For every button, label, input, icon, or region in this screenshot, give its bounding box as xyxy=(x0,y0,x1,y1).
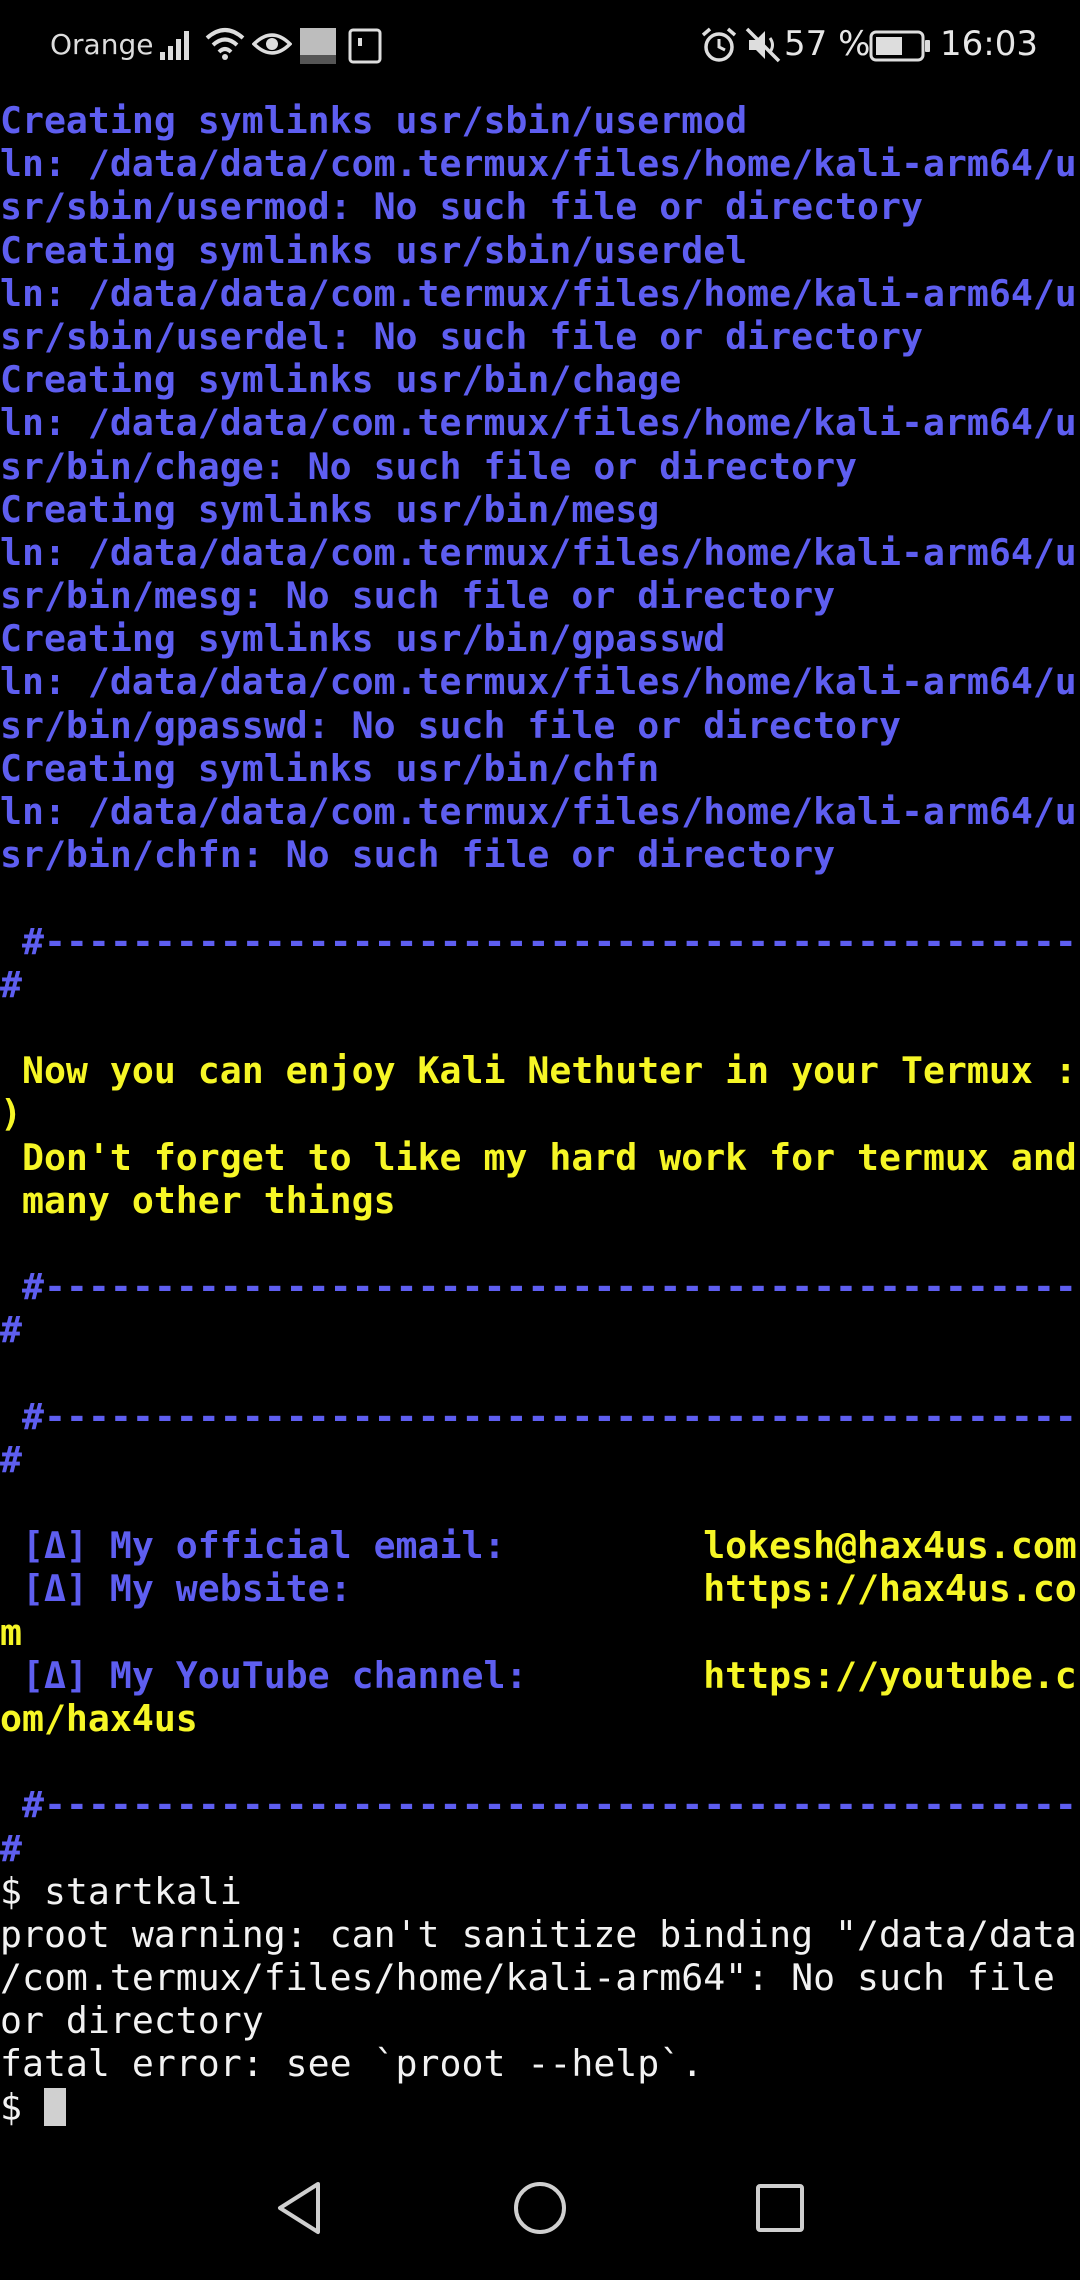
terminal-line: sr/sbin/usermod: No such file or directo… xyxy=(0,185,923,229)
alarm-icon xyxy=(700,26,738,68)
back-icon xyxy=(274,2180,326,2240)
back-button[interactable] xyxy=(240,2140,360,2280)
terminal-line: ln: /data/data/com.termux/files/home/kal… xyxy=(0,660,1077,704)
terminal-line: # xyxy=(0,1826,22,1870)
carrier-name: Orange xyxy=(50,28,154,61)
terminal-line: m xyxy=(0,1610,22,1654)
eye-icon xyxy=(251,28,293,64)
terminal-line-segment: https://hax4us.co xyxy=(703,1567,1077,1611)
terminal-line: ln: /data/data/com.termux/files/home/kal… xyxy=(0,401,1077,445)
terminal-line: [Δ] My website: https://hax4us.co xyxy=(0,1567,1080,1610)
home-icon xyxy=(512,2180,568,2240)
wifi-icon xyxy=(204,24,246,66)
text-cursor xyxy=(43,2087,66,2126)
navigation-bar xyxy=(0,2140,1080,2280)
home-button[interactable] xyxy=(480,2140,600,2280)
terminal-line: #---------------------------------------… xyxy=(0,1265,1080,1309)
terminal-line: Creating symlinks usr/sbin/usermod xyxy=(0,99,748,142)
terminal-line: sr/bin/gpasswd: No such file or director… xyxy=(0,703,901,747)
terminal-line: [Δ] My official email: lokesh@hax4us.com xyxy=(0,1524,1080,1567)
prompt-symbol: $ xyxy=(0,2085,44,2129)
terminal-line: # xyxy=(0,1437,22,1481)
recents-button[interactable] xyxy=(720,2140,840,2280)
terminal-line: ln: /data/data/com.termux/files/home/kal… xyxy=(0,271,1077,315)
terminal-line: sr/bin/chfn: No such file or directory xyxy=(0,833,836,877)
terminal-line-segment: [Δ] My YouTube channel: xyxy=(0,1653,704,1697)
terminal-line: Now you can enjoy Kali Nethuter in your … xyxy=(0,1049,1077,1093)
terminal-line: sr/sbin/userdel: No such file or directo… xyxy=(0,314,923,358)
terminal-line: or directory xyxy=(0,1999,264,2043)
battery-percent: 57 % xyxy=(784,24,871,64)
terminal-line: $ startkali xyxy=(0,1869,242,1913)
terminal-line: Creating symlinks usr/bin/chfn xyxy=(0,746,660,790)
signal-icon xyxy=(158,26,194,66)
terminal-output[interactable]: Creating symlinks usr/sbin/usermod ln: /d… xyxy=(0,99,1080,2129)
terminal-line: om/hax4us xyxy=(0,1696,198,1740)
terminal-line-segment: [Δ] My official email: xyxy=(0,1524,704,1568)
terminal-line: #---------------------------------------… xyxy=(0,919,1080,963)
mute-icon xyxy=(744,26,782,68)
terminal-line: Creating symlinks usr/sbin/userdel xyxy=(0,228,748,272)
terminal-line-segment: [Δ] My website: xyxy=(0,1567,704,1611)
terminal-line: many other things xyxy=(0,1178,396,1222)
terminal-line: #---------------------------------------… xyxy=(0,1783,1080,1827)
terminal-line: # xyxy=(0,1308,22,1352)
terminal-line: ln: /data/data/com.termux/files/home/kal… xyxy=(0,790,1077,833)
terminal-line: proot warning: can't sanitize binding "/… xyxy=(0,1912,1077,1956)
terminal-line: ln: /data/data/com.termux/files/home/kal… xyxy=(0,142,1077,186)
terminal-line: [Δ] My YouTube channel: https://youtube.… xyxy=(0,1654,1080,1697)
sim-icon xyxy=(348,28,382,68)
clock: 16:03 xyxy=(940,24,1038,64)
terminal-line: /com.termux/files/home/kali-arm64": No s… xyxy=(0,1956,1055,2000)
status-bar: Orange 57 % 16:03 xyxy=(0,0,1080,92)
orange-app-icon xyxy=(300,28,336,68)
terminal-line: # xyxy=(0,962,22,1006)
terminal-line: ) xyxy=(0,1092,22,1136)
terminal-line: ln: /data/data/com.termux/files/home/kal… xyxy=(0,530,1077,574)
terminal-line-segment: https://youtube.c xyxy=(703,1653,1077,1697)
terminal-line: Creating symlinks usr/bin/gpasswd xyxy=(0,617,726,661)
terminal-line-segment: lokesh@hax4us.com xyxy=(703,1524,1077,1568)
terminal-line: #---------------------------------------… xyxy=(0,1394,1080,1438)
terminal-line: Creating symlinks usr/bin/chage xyxy=(0,358,682,402)
command-prompt[interactable]: $ xyxy=(0,2086,1080,2129)
battery-icon xyxy=(869,30,931,66)
terminal-line: fatal error: see `proot --help`. xyxy=(0,2042,704,2086)
terminal-line: Creating symlinks usr/bin/mesg xyxy=(0,487,660,531)
terminal-line: sr/bin/mesg: No such file or directory xyxy=(0,574,836,618)
terminal-line: sr/bin/chage: No such file or directory xyxy=(0,444,858,488)
recents-icon xyxy=(755,2183,805,2237)
terminal-line: Don't forget to like my hard work for te… xyxy=(0,1135,1077,1179)
